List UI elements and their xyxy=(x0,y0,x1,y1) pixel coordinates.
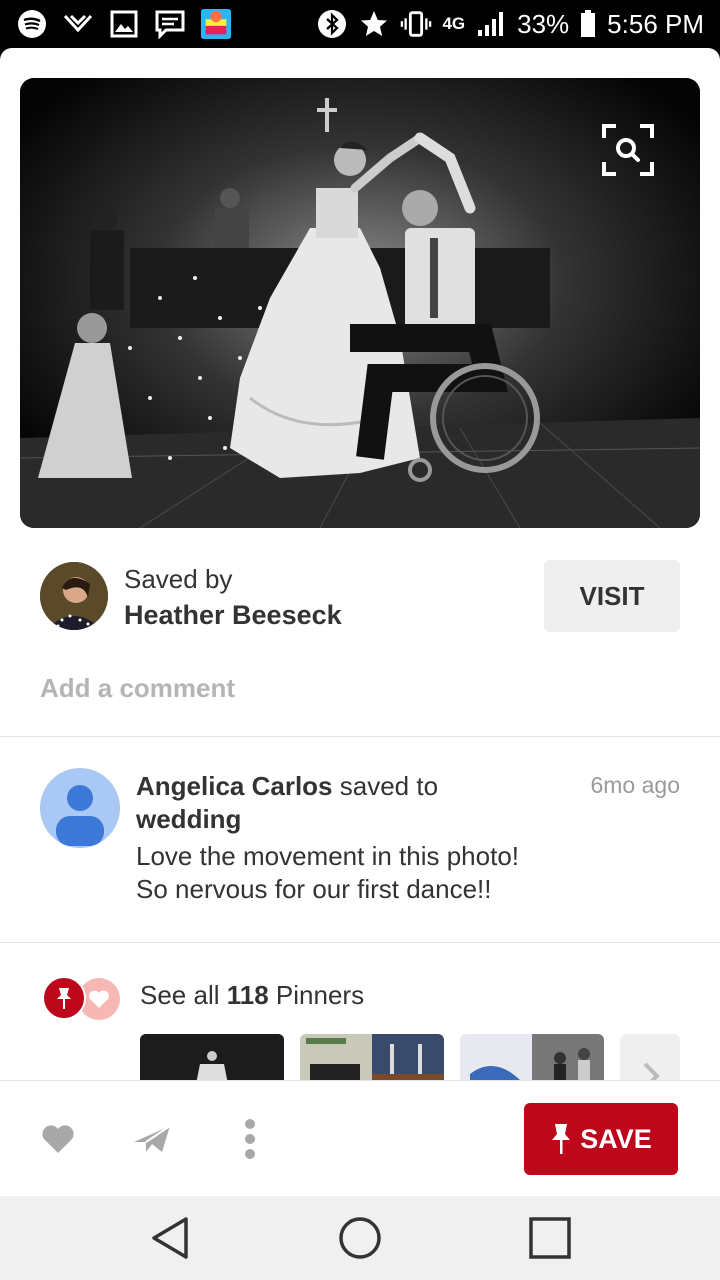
battery-icon xyxy=(579,8,597,40)
pinners-count: 118 xyxy=(226,980,269,1010)
activity-text: Angelica Carlos saved to wedding Love th… xyxy=(136,770,576,906)
status-bar: 4G 33% 5:56 PM xyxy=(0,0,720,48)
visit-button[interactable]: VISIT xyxy=(544,560,680,632)
send-icon[interactable] xyxy=(132,1119,172,1159)
pinner-avatar[interactable] xyxy=(40,768,120,848)
saver-name[interactable]: Heather Beeseck xyxy=(124,600,342,631)
save-label: SAVE xyxy=(580,1123,652,1154)
pinner-thumbnail[interactable] xyxy=(140,1034,284,1080)
app-notification-icon xyxy=(200,8,232,40)
saved-by-row: Saved by Heather Beeseck VISIT xyxy=(40,560,680,632)
signal-icon xyxy=(475,8,507,40)
save-button[interactable]: SAVE xyxy=(524,1103,678,1175)
see-all-suffix: Pinners xyxy=(268,980,365,1010)
gallery-icon xyxy=(108,8,140,40)
like-heart-icon[interactable] xyxy=(38,1119,78,1159)
thumbnails-next-button[interactable] xyxy=(620,1034,680,1080)
pin-icon xyxy=(552,1124,571,1154)
saver-avatar[interactable] xyxy=(40,562,108,630)
vibrate-icon xyxy=(400,8,432,40)
description-line: Love the movement in this photo! xyxy=(136,841,520,871)
battery-percent: 33% xyxy=(517,8,570,39)
system-nav-bar xyxy=(0,1196,720,1280)
recents-icon[interactable] xyxy=(526,1214,574,1262)
saved-by-label: Saved by xyxy=(124,564,233,594)
activity-description: Love the movement in this photo! So nerv… xyxy=(136,840,576,906)
back-icon[interactable] xyxy=(146,1214,194,1262)
activity-board[interactable]: wedding xyxy=(136,804,241,834)
bluetooth-icon xyxy=(316,8,348,40)
pinner-thumbnail[interactable] xyxy=(460,1034,604,1080)
home-icon[interactable] xyxy=(336,1214,384,1262)
divider xyxy=(0,942,720,943)
pin-icon xyxy=(42,976,86,1020)
network-type: 4G xyxy=(442,14,466,33)
visual-search-icon[interactable] xyxy=(600,122,656,178)
pinner-thumbnail[interactable] xyxy=(300,1034,444,1080)
see-all-prefix: See all xyxy=(140,980,227,1010)
downloads-icon xyxy=(62,8,94,40)
activity-user[interactable]: Angelica Carlos xyxy=(136,771,333,801)
action-bar: SAVE xyxy=(0,1080,720,1196)
star-icon xyxy=(358,8,390,40)
pin-detail-screen: Saved by Heather Beeseck VISIT Angelica … xyxy=(0,48,720,1196)
see-all-pinners-link[interactable]: See all 118 Pinners xyxy=(140,980,364,1011)
pin-image[interactable] xyxy=(20,78,700,528)
activity-time: 6mo ago xyxy=(590,772,680,798)
description-line: So nervous for our first dance!! xyxy=(136,874,492,904)
comment-input[interactable] xyxy=(40,668,640,708)
divider xyxy=(0,736,720,737)
spotify-icon xyxy=(16,8,48,40)
activity-action: saved to xyxy=(332,771,439,801)
more-options-icon[interactable] xyxy=(230,1119,270,1159)
messages-icon xyxy=(154,8,186,40)
pinners-badges[interactable] xyxy=(42,976,126,1020)
pinner-thumbnails xyxy=(140,1034,680,1080)
clock: 5:56 PM xyxy=(607,8,704,39)
